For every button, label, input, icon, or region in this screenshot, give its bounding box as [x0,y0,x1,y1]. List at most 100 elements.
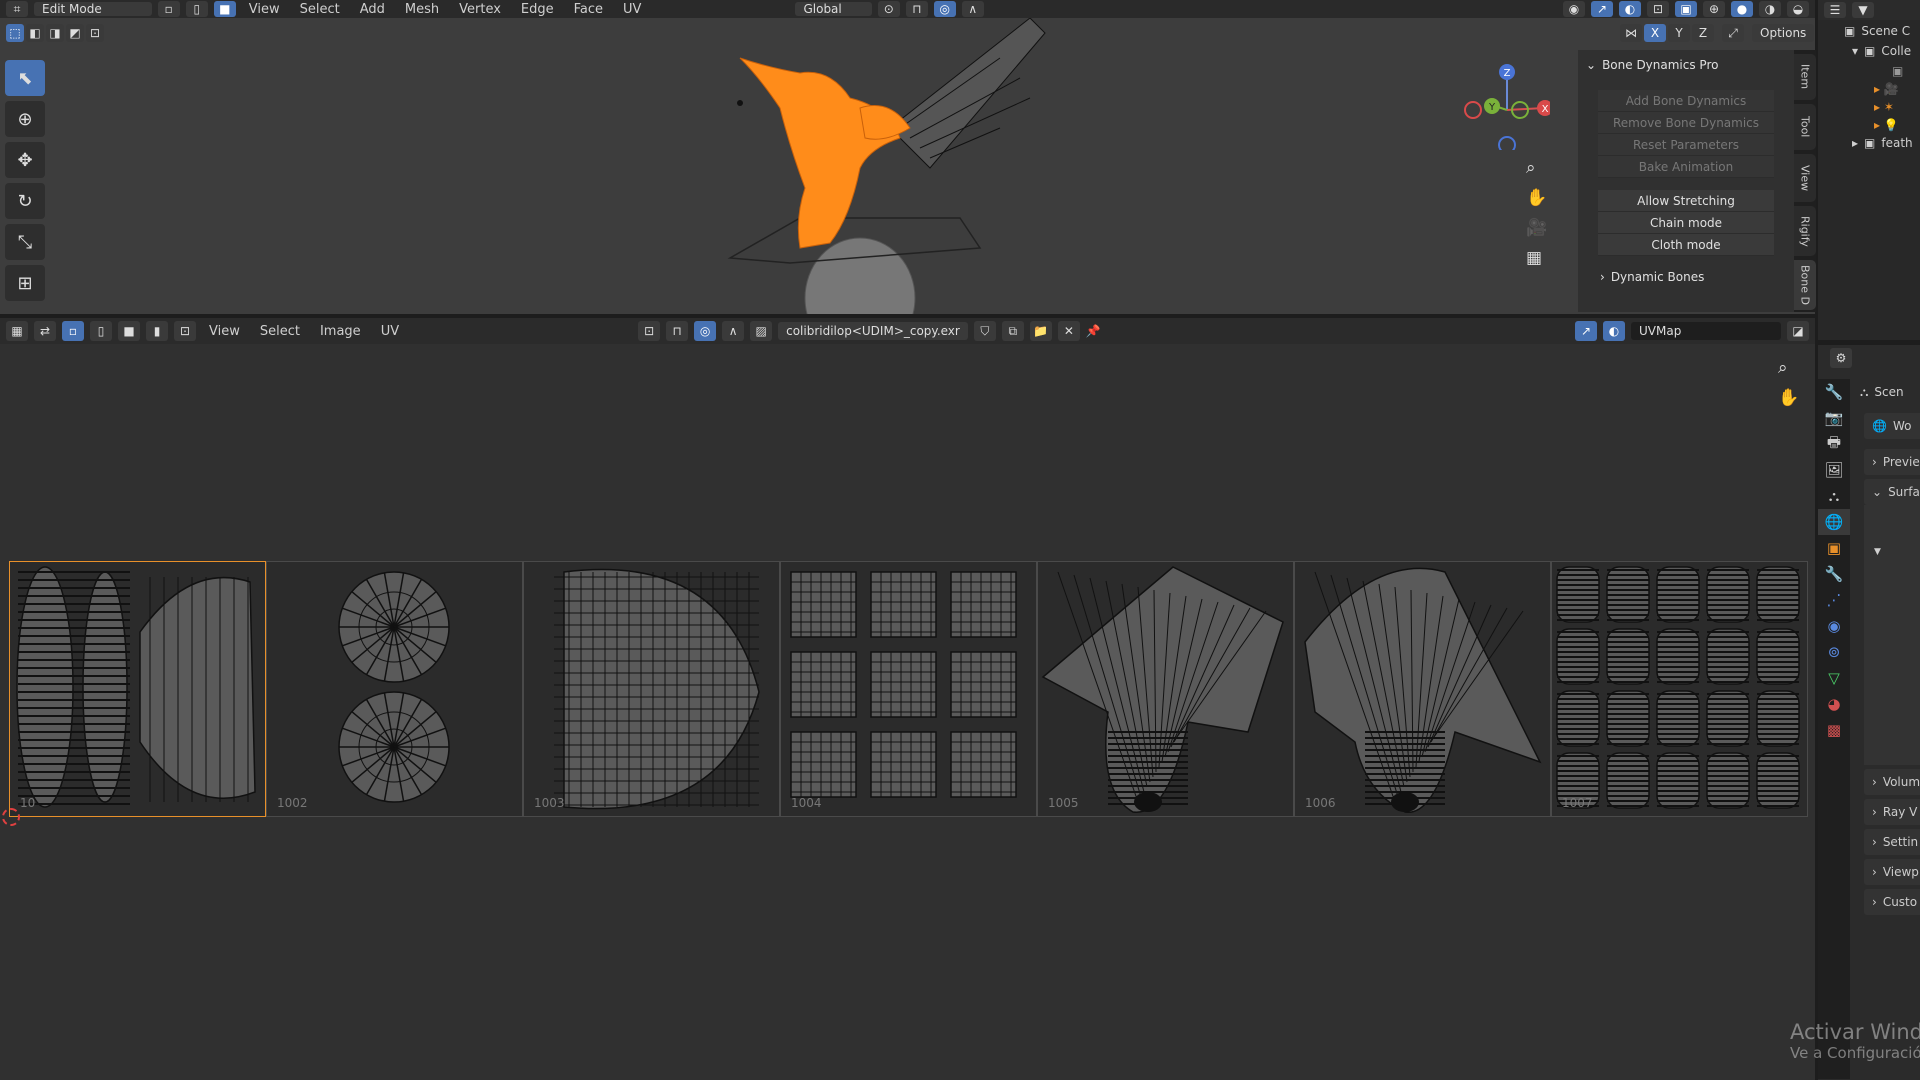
mesh-edit-overlay-icon[interactable]: ⊡ [1647,1,1669,17]
menu-mesh[interactable]: Mesh [398,2,446,17]
snap-icon[interactable]: ⊓ [905,1,928,17]
panel-volume[interactable]: › Volum [1864,769,1920,795]
unlink-image-icon[interactable]: ✕ [1057,321,1080,341]
menu-face[interactable]: Face [567,2,610,17]
tab-bone-dynamics[interactable]: Bone D [1794,260,1816,310]
uv-menu-uv[interactable]: UV [374,324,406,339]
physics-icon[interactable]: ◉ [1818,613,1850,639]
uv-zoom-icon[interactable]: ⌕ [1778,358,1799,378]
sticky-select-icon[interactable]: ⊡ [174,321,196,341]
rotate-tool-icon[interactable]: ↻ [5,183,45,219]
dynamic-bones-subpanel[interactable]: › Dynamic Bones [1600,270,1794,284]
cloth-mode-button[interactable]: Cloth mode [1598,234,1774,256]
world-selector[interactable]: 🌐 Wo [1864,413,1920,439]
collection-row[interactable]: ▾ ▣ Colle [1818,38,1920,58]
select-intersect-icon[interactable]: ⊡ [86,24,104,42]
menu-edge[interactable]: Edge [514,2,561,17]
pivot-icon[interactable]: ⊙ [877,1,900,17]
uv-proportional-icon[interactable]: ◎ [694,321,717,341]
uv-islands[interactable] [1295,562,1550,816]
sync-selection-icon[interactable]: ⇄ [34,321,56,341]
axis-x[interactable]: X [1644,24,1666,42]
rendered-shading-icon[interactable]: ◒ [1787,1,1809,17]
particles-icon[interactable]: ⋰ [1818,587,1850,613]
axis-z[interactable]: Z [1692,24,1714,42]
select-extend-icon[interactable]: ◧ [26,24,44,42]
udim-tile[interactable]: 1004 [780,561,1037,817]
panel-preview[interactable]: › Previe [1864,449,1920,475]
uv-falloff-icon[interactable]: ∧ [722,321,745,341]
scene-properties-icon[interactable]: ⛬ [1818,483,1850,509]
options-dropdown[interactable]: Options [1752,24,1815,42]
wireframe-shading-icon[interactable]: ⊕ [1703,1,1725,17]
select-subtract-icon[interactable]: ◨ [46,24,64,42]
view-layer-icon[interactable]: 🖼 [1818,457,1850,483]
data-icon[interactable]: ▽ [1818,665,1850,691]
uv-editor-type-icon[interactable]: ▦ [6,321,28,341]
udim-tile[interactable]: 10 [9,561,266,817]
navigation-gizmo[interactable]: Z Y X [1460,60,1553,154]
render-properties-icon[interactable]: 📷 [1818,405,1850,431]
uv-menu-image[interactable]: Image [313,324,368,339]
tab-item[interactable]: Item [1794,54,1816,100]
scale-tool-icon[interactable]: ⤡ [5,224,45,260]
uv-islands[interactable] [781,562,1036,816]
open-image-folder-icon[interactable]: 📁 [1029,321,1052,341]
properties-editor-type-icon[interactable]: ⚙ [1830,348,1852,368]
udim-tile[interactable]: 1002 [266,561,523,817]
hummingbird-mesh[interactable] [700,18,1080,314]
uv-map-field[interactable]: UVMap [1631,322,1781,340]
udim-tile[interactable]: 1006 [1294,561,1551,817]
chain-mode-button[interactable]: Chain mode [1598,212,1774,234]
overlay-icon[interactable]: ◐ [1619,1,1641,17]
editor-type-icon[interactable]: ⌗ [6,1,28,17]
outliner-display-icon[interactable]: ☰ [1824,2,1846,18]
ortho-grid-icon[interactable]: ▦ [1526,248,1547,268]
panel-viewport-display[interactable]: › Viewp [1864,859,1920,885]
feathers-collection[interactable]: ▸ ▣ feath [1818,132,1920,150]
topology-icon[interactable]: ⤢ [1722,24,1744,42]
uv-pan-hand-icon[interactable]: ✋ [1778,388,1799,408]
texture-icon[interactable]: ▩ [1818,717,1850,743]
remove-bone-dynamics-button[interactable]: Remove Bone Dynamics [1598,112,1774,134]
outliner-light[interactable]: ▸ 💡 [1818,114,1920,132]
mirror-icon[interactable]: ⋈ [1620,24,1642,42]
pan-hand-icon[interactable]: ✋ [1526,188,1547,208]
camera-icon[interactable]: 🎥 [1526,218,1547,238]
uv-islands[interactable] [267,562,522,816]
menu-uv[interactable]: UV [616,2,648,17]
falloff-icon[interactable]: ∧ [961,1,984,17]
image-browse-icon[interactable]: ▨ [750,321,773,341]
outliner-item[interactable]: ▣ [1818,58,1920,78]
output-properties-icon[interactable]: 🖶 [1818,431,1850,457]
tab-view[interactable]: View [1794,154,1816,202]
scene-collection[interactable]: ▣ Scene C [1818,20,1920,38]
3d-viewport[interactable]: ⬚ ◧ ◨ ◩ ⊡ ⬉ ⊕ ✥ ↻ ⤡ ⊞ Z Y X ⌕ ✋ 🎥 ▦ ⋈ X … [0,18,1816,314]
vertex-select-icon[interactable]: ▫ [157,1,180,17]
uv-islands[interactable] [524,562,779,816]
display-channels-icon[interactable]: ◪ [1787,321,1809,341]
select-invert-icon[interactable]: ◩ [66,24,84,42]
select-box-tool-icon[interactable]: ⬉ [5,60,45,96]
tab-tool[interactable]: Tool [1794,104,1816,150]
material-icon[interactable]: ◕ [1818,691,1850,717]
outliner-camera[interactable]: ▸ 🎥 [1818,78,1920,96]
reset-parameters-button[interactable]: Reset Parameters [1598,134,1774,156]
expand-triangle-icon[interactable]: ▼ [1874,547,1881,557]
uv-islands[interactable] [10,562,265,816]
bone-dynamics-header[interactable]: ⌄ Bone Dynamics Pro [1578,50,1794,80]
panel-surface[interactable]: ⌄ Surfac [1864,479,1920,505]
uv-snap-icon[interactable]: ⊓ [666,321,689,341]
constraints-icon[interactable]: ⊚ [1818,639,1850,665]
uv-islands[interactable] [1038,562,1293,816]
2d-cursor-icon[interactable] [2,808,20,826]
world-properties-icon[interactable]: 🌐 [1818,509,1850,535]
visibility-icon[interactable]: ◉ [1563,1,1585,17]
uv-gizmo-icon[interactable]: ↗ [1575,321,1597,341]
udim-tile[interactable]: 1005 [1037,561,1294,817]
image-name-field[interactable]: colibridilop<UDIM>_copy.exr [778,322,968,340]
panel-custom-properties[interactable]: › Custo [1864,889,1920,915]
solid-shading-icon[interactable]: ● [1731,1,1753,17]
panel-ray-visibility[interactable]: › Ray V [1864,799,1920,825]
menu-add[interactable]: Add [353,2,392,17]
